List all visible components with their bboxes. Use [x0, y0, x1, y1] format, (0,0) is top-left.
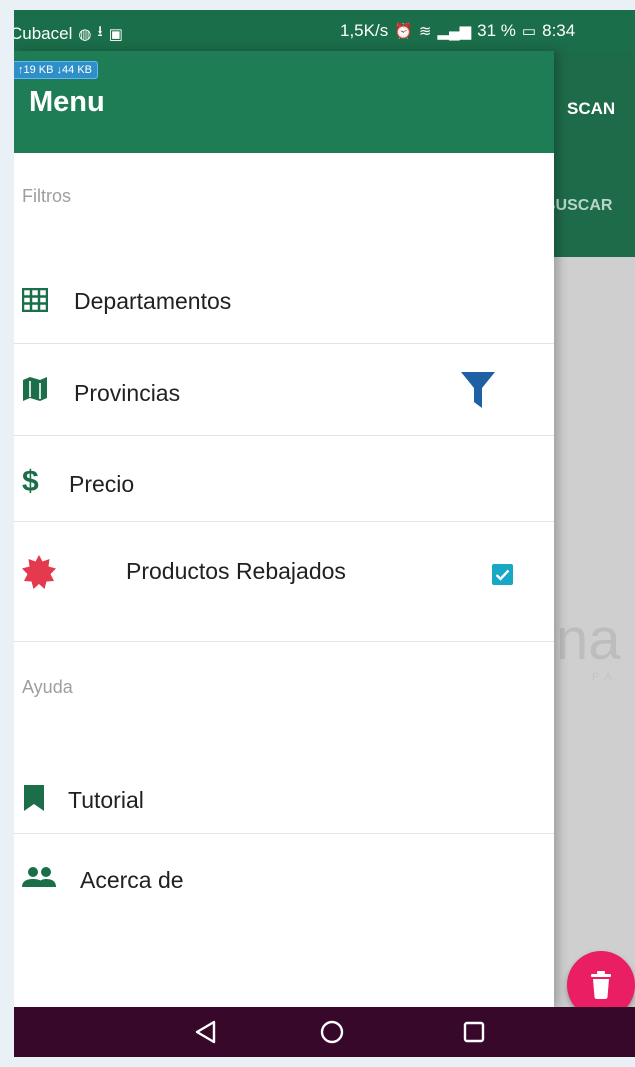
menu-label-provincias: Provincias — [74, 380, 181, 406]
section-filtros: Filtros — [22, 186, 71, 206]
menu-item-departamentos[interactable]: Departamentos — [14, 266, 554, 342]
status-left: Cubacel ◍ ⭳ ▣ — [14, 21, 123, 46]
drawer-title: Menu — [29, 86, 105, 118]
network-traffic-badge: ↑19 KB ↓44 KB — [14, 61, 98, 79]
battery-icon: ▭ — [521, 23, 537, 40]
menu-label-productos-rebajados: Productos Rebajados — [126, 558, 346, 584]
divider — [14, 833, 554, 834]
wifi-icon: ≋ — [418, 23, 432, 40]
messenger-icon: ◍ — [78, 25, 92, 43]
tab-scan[interactable]: SCAN — [567, 99, 615, 119]
menu-label-acerca-de: Acerca de — [80, 867, 184, 893]
divider — [14, 435, 554, 436]
bookmark-icon — [24, 785, 44, 811]
divider — [14, 343, 554, 344]
section-ayuda: Ayuda — [22, 677, 73, 697]
trash-icon — [591, 971, 611, 999]
divider — [14, 641, 554, 642]
background-logo-subtitle: PA — [592, 671, 618, 683]
map-icon — [22, 376, 48, 402]
signal-icon: ▂▄▆ — [437, 23, 472, 40]
carrier-name: Cubacel — [14, 23, 73, 43]
phone-screen: Cubacel ◍ ⭳ ▣ 1,5K/s ⏰ ≋ ▂▄▆ 31 % ▭ 8:34… — [14, 10, 635, 1057]
status-bar: Cubacel ◍ ⭳ ▣ 1,5K/s ⏰ ≋ ▂▄▆ 31 % ▭ 8:34 — [14, 10, 635, 51]
network-speed: 1,5K/s — [340, 21, 389, 40]
tab-buscar-label: BUSCAR — [552, 197, 613, 214]
menu-label-precio: Precio — [69, 471, 135, 497]
drawer-header: ↑19 KB ↓44 KB Menu — [14, 51, 554, 153]
alarm-icon: ⏰ — [394, 23, 413, 40]
back-button[interactable] — [170, 1007, 240, 1057]
sale-badge-icon — [22, 555, 56, 589]
battery-level: 31 % — [477, 21, 516, 40]
status-right: 1,5K/s ⏰ ≋ ▂▄▆ 31 % ▭ 8:34 — [340, 21, 575, 41]
home-button[interactable] — [297, 1007, 367, 1057]
clock: 8:34 — [542, 21, 576, 40]
menu-label-tutorial: Tutorial — [68, 787, 144, 813]
tab-buscar[interactable]: BUSCAR — [552, 197, 632, 215]
menu-item-provincias[interactable]: Provincias — [14, 354, 554, 434]
menu-label-departamentos: Departamentos — [74, 288, 232, 314]
funnel-filter-icon[interactable] — [461, 372, 495, 408]
grid-icon — [22, 288, 48, 312]
divider — [14, 521, 554, 522]
image-icon: ▣ — [108, 25, 123, 43]
navigation-drawer: ↑19 KB ↓44 KB Menu Filtros Departamentos — [14, 51, 554, 1007]
download-icon: ⭳ — [97, 23, 103, 40]
menu-item-tutorial[interactable]: Tutorial — [14, 761, 554, 837]
menu-item-acerca-de[interactable]: Acerca de — [14, 841, 554, 917]
background-logo: na — [556, 607, 621, 672]
menu-item-precio[interactable]: $ Precio — [14, 445, 554, 521]
check-icon — [495, 569, 510, 581]
back-triangle-icon — [195, 1020, 216, 1044]
dollar-icon: $ — [22, 465, 39, 498]
android-navigation-bar — [14, 1007, 635, 1057]
productos-rebajados-checkbox[interactable] — [492, 564, 513, 585]
home-circle-icon — [320, 1020, 344, 1044]
background-toolbar — [554, 51, 635, 257]
recents-square-icon — [463, 1021, 485, 1043]
menu-item-productos-rebajados[interactable]: Productos Rebajados — [14, 532, 554, 642]
recents-button[interactable] — [439, 1007, 509, 1057]
people-icon — [22, 866, 56, 888]
